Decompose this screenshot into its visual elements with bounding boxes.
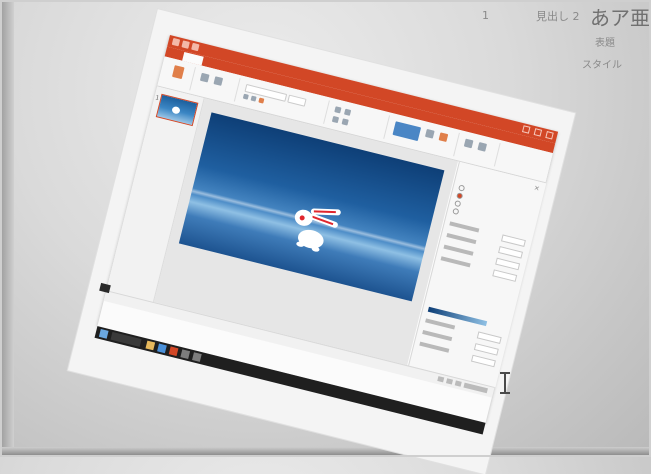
row-label	[425, 318, 456, 330]
new-slide-icon[interactable]	[199, 72, 210, 83]
text-cursor-icon	[498, 372, 512, 394]
align-center-icon[interactable]	[341, 118, 349, 126]
shapes-gallery[interactable]	[392, 121, 422, 142]
align-left-icon[interactable]	[331, 115, 340, 124]
windows-start-icon[interactable]	[98, 328, 109, 339]
slide-thumbnail-1[interactable]	[155, 93, 199, 127]
quick-styles-icon[interactable]	[438, 132, 449, 143]
cursor-stem	[504, 374, 506, 392]
document-page-rotated: 1 ×	[67, 9, 576, 474]
fill-gradient-radio[interactable]	[456, 192, 464, 200]
row-label	[446, 232, 477, 245]
normal-view-icon[interactable]	[437, 376, 445, 383]
tilted-screen: 1 ×	[0, 0, 651, 474]
maximize-icon[interactable]	[533, 128, 543, 137]
angle-spinner[interactable]	[492, 269, 518, 282]
row-label	[419, 341, 450, 353]
find-icon[interactable]	[463, 138, 474, 149]
cursor-bottom	[500, 392, 510, 394]
ribbon-group-clipboard	[160, 59, 196, 91]
font-color-icon[interactable]	[258, 97, 265, 104]
layout-icon[interactable]	[213, 76, 224, 86]
fill-pattern-radio[interactable]	[452, 207, 460, 216]
row-label	[440, 256, 471, 268]
store-icon[interactable]	[180, 349, 191, 360]
mail-icon[interactable]	[192, 352, 202, 362]
numbering-icon[interactable]	[343, 108, 352, 116]
fill-solid-radio[interactable]	[457, 184, 466, 192]
bullets-icon[interactable]	[334, 106, 342, 114]
close-icon[interactable]	[545, 131, 554, 140]
bold-icon[interactable]	[242, 93, 249, 100]
font-size-box[interactable]	[287, 94, 307, 107]
color-picker[interactable]	[476, 331, 502, 345]
sorter-view-icon[interactable]	[445, 378, 454, 385]
gradient-type-dropdown[interactable]	[498, 246, 524, 259]
replace-icon[interactable]	[477, 142, 488, 152]
direction-dropdown[interactable]	[495, 257, 521, 271]
reading-view-icon[interactable]	[454, 380, 462, 387]
row-label	[422, 330, 453, 342]
redo-icon[interactable]	[191, 42, 200, 52]
minimize-icon[interactable]	[521, 125, 531, 134]
transparency-slider[interactable]	[470, 354, 496, 368]
browser-icon[interactable]	[157, 343, 167, 354]
zoom-slider[interactable]	[463, 382, 488, 394]
bunny-illustration[interactable]	[279, 197, 361, 272]
file-explorer-icon[interactable]	[145, 340, 156, 351]
powerpoint-icon[interactable]	[168, 346, 179, 357]
italic-icon[interactable]	[250, 95, 257, 102]
thumbnail-bunny-image	[171, 105, 181, 115]
save-icon[interactable]	[171, 37, 181, 47]
row-label	[449, 221, 480, 233]
close-icon[interactable]: ×	[533, 184, 541, 193]
row-label	[443, 244, 474, 256]
fill-picture-radio[interactable]	[454, 199, 462, 208]
preset-gradients-dropdown[interactable]	[500, 234, 526, 247]
position-spinner[interactable]	[473, 343, 499, 356]
paste-icon[interactable]	[171, 65, 185, 80]
undo-icon[interactable]	[181, 40, 190, 49]
arrange-icon[interactable]	[424, 128, 435, 139]
